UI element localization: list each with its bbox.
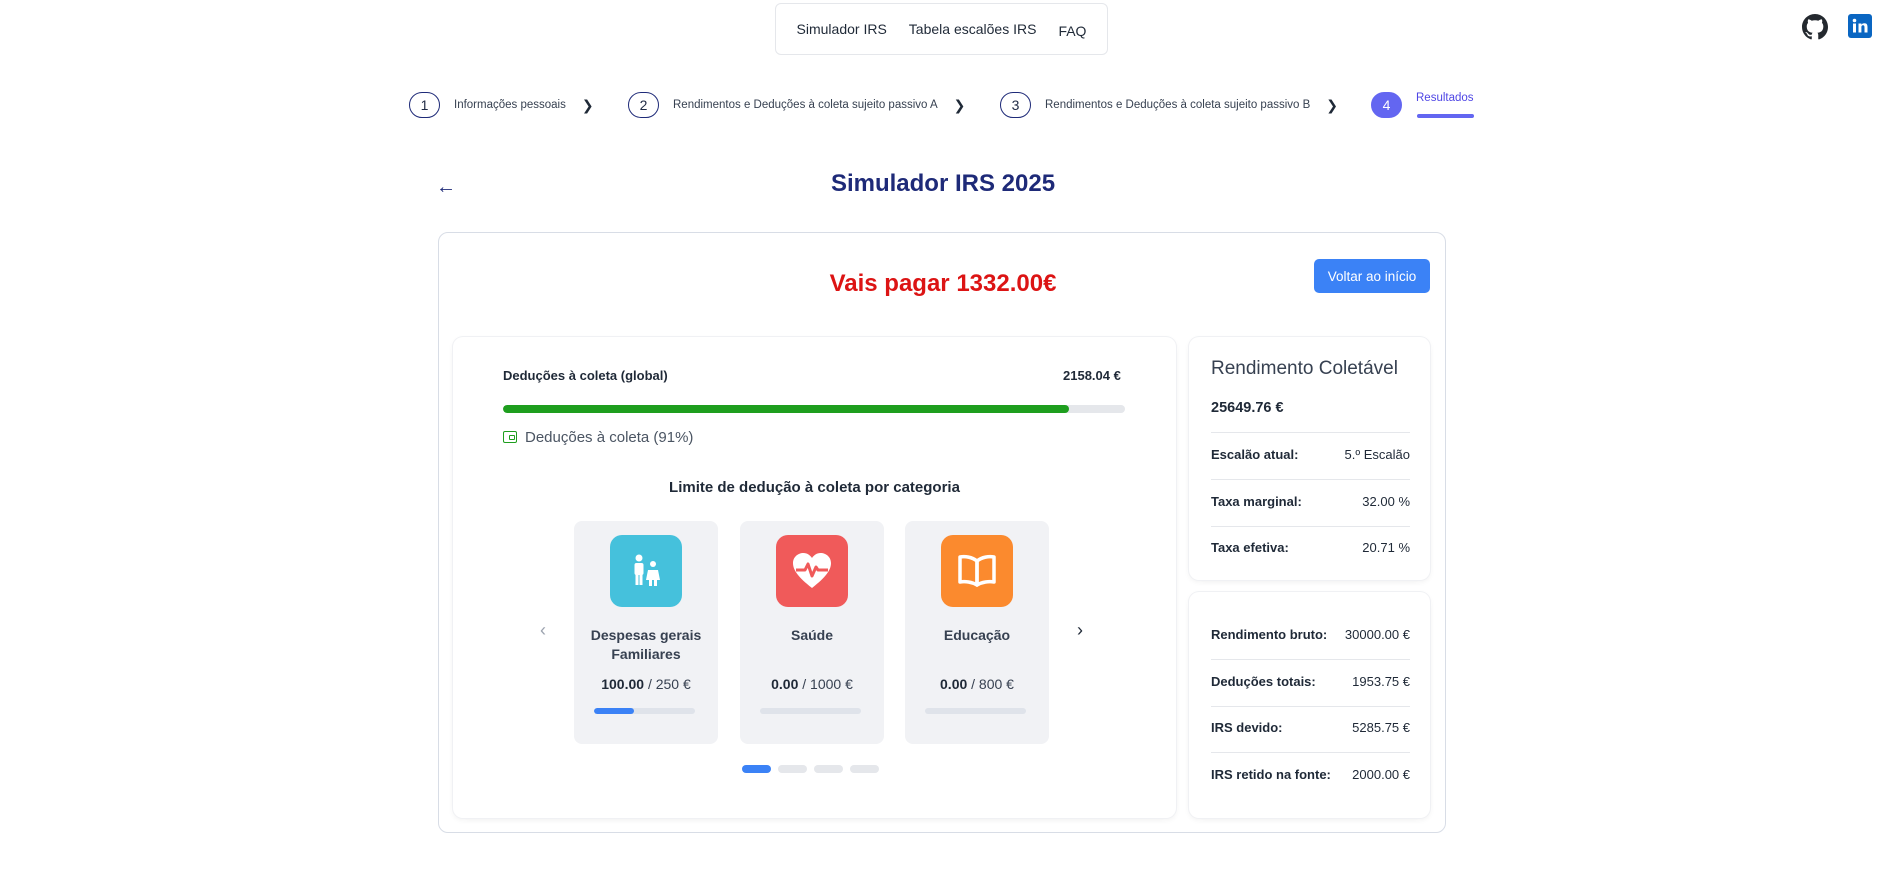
summary-row: Escalão atual: 5.º Escalão bbox=[1211, 447, 1410, 462]
category-name: Despesas gerais Familiares bbox=[590, 627, 702, 662]
step-label: Resultados bbox=[1416, 92, 1474, 104]
category-card: Educação 0.00 / 800 € bbox=[905, 521, 1049, 744]
category-card: Despesas gerais Familiares 100.00 / 250 … bbox=[574, 521, 718, 744]
step-3[interactable]: 3 Rendimentos e Deduções à coleta sujeit… bbox=[1000, 91, 1338, 119]
category-name: Saúde bbox=[790, 627, 833, 643]
heart-pulse-icon bbox=[776, 535, 848, 607]
deductions-progress bbox=[503, 405, 1125, 413]
chevron-right-icon: ❯ bbox=[1326, 96, 1339, 113]
chevron-right-icon: ❯ bbox=[953, 96, 966, 113]
nav-tabela-escaloes[interactable]: Tabela escalões IRS bbox=[898, 21, 1048, 37]
step-number: 3 bbox=[1000, 92, 1031, 118]
carousel-dot[interactable] bbox=[850, 765, 879, 773]
taxable-income-value: 25649.76 € bbox=[1211, 400, 1284, 416]
divider bbox=[1211, 479, 1410, 480]
step-2[interactable]: 2 Rendimentos e Deduções à coleta sujeit… bbox=[628, 91, 965, 119]
carousel-dot[interactable] bbox=[742, 765, 771, 773]
divider bbox=[1211, 706, 1410, 707]
top-nav: Simulador IRS Tabela escalões IRS FAQ bbox=[775, 3, 1108, 55]
divider bbox=[1211, 526, 1410, 527]
pay-amount: Vais pagar 1332.00€ bbox=[829, 270, 1057, 297]
wallet-icon bbox=[503, 431, 517, 443]
category-progress bbox=[925, 708, 1026, 714]
step-number: 2 bbox=[628, 92, 659, 118]
nav-faq[interactable]: FAQ bbox=[1047, 23, 1097, 39]
nav-simulador-irs[interactable]: Simulador IRS bbox=[786, 21, 898, 37]
divider bbox=[1211, 659, 1410, 660]
step-label: Rendimentos e Deduções à coleta sujeito … bbox=[1045, 99, 1311, 111]
totals-row: IRS devido: 5285.75 € bbox=[1211, 720, 1410, 735]
divider bbox=[1211, 752, 1410, 753]
category-name: Educação bbox=[943, 627, 1011, 643]
totals-panel bbox=[1189, 592, 1430, 818]
active-step-underline bbox=[1417, 114, 1474, 118]
summary-row: Taxa efetiva: 20.71 % bbox=[1211, 540, 1410, 555]
divider bbox=[1211, 432, 1410, 433]
carousel-next-icon[interactable]: › bbox=[1077, 620, 1083, 641]
linkedin-icon[interactable] bbox=[1848, 14, 1872, 43]
categories-title: Limite de dedução à coleta por categoria bbox=[669, 479, 960, 496]
summary-row: Taxa marginal: 32.00 % bbox=[1211, 494, 1410, 509]
category-card: Saúde 0.00 / 1000 € bbox=[740, 521, 884, 744]
step-1[interactable]: 1 Informações pessoais ❯ bbox=[409, 91, 594, 119]
totals-row: Rendimento bruto: 30000.00 € bbox=[1211, 627, 1410, 642]
category-amount: 0.00 / 800 € bbox=[940, 676, 1014, 692]
book-icon bbox=[941, 535, 1013, 607]
family-icon bbox=[610, 535, 682, 607]
deductions-value: 2158.04 € bbox=[1063, 368, 1121, 383]
step-number: 1 bbox=[409, 92, 440, 118]
category-amount: 100.00 / 250 € bbox=[601, 676, 691, 692]
github-icon[interactable] bbox=[1802, 14, 1828, 45]
category-progress bbox=[760, 708, 861, 714]
deductions-legend: Deduções à coleta (91%) bbox=[525, 429, 694, 446]
step-label: Informações pessoais bbox=[454, 99, 566, 111]
taxable-income-title: Rendimento Coletável bbox=[1211, 358, 1398, 379]
step-label: Rendimentos e Deduções à coleta sujeito … bbox=[673, 99, 938, 111]
step-number: 4 bbox=[1371, 92, 1402, 118]
deductions-progress-fill bbox=[503, 405, 1070, 413]
carousel-pagination bbox=[742, 765, 879, 773]
page-title: Simulador IRS 2025 bbox=[830, 170, 1056, 197]
carousel-prev-icon[interactable]: ‹ bbox=[540, 620, 546, 641]
totals-row: Deduções totais: 1953.75 € bbox=[1211, 674, 1410, 689]
deductions-label: Deduções à coleta (global) bbox=[503, 368, 668, 383]
totals-row: IRS retido na fonte: 2000.00 € bbox=[1211, 767, 1410, 782]
category-progress bbox=[594, 708, 695, 714]
category-amount: 0.00 / 1000 € bbox=[771, 676, 853, 692]
back-to-start-button[interactable]: Voltar ao início bbox=[1314, 259, 1430, 293]
carousel-dot[interactable] bbox=[778, 765, 807, 773]
carousel-dot[interactable] bbox=[814, 765, 843, 773]
chevron-right-icon: ❯ bbox=[581, 96, 594, 113]
category-progress-fill bbox=[594, 708, 635, 714]
